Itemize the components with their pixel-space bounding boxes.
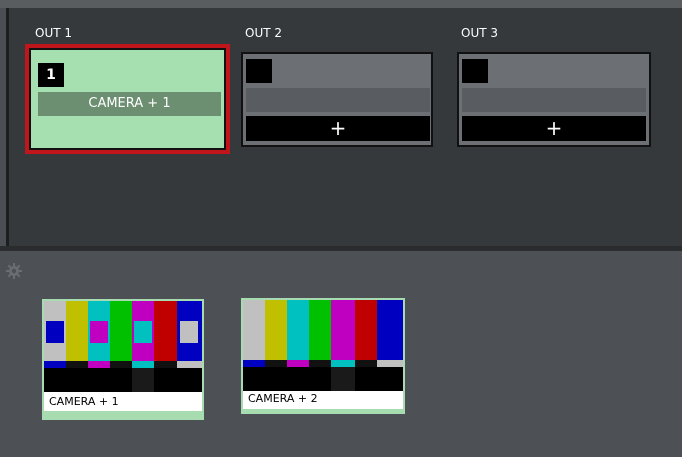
out-1-badge: 1 [38, 63, 64, 87]
out-2-badge [246, 59, 272, 83]
out-3-add-button[interactable]: + [462, 116, 646, 141]
out-2-add-button[interactable]: + [246, 116, 430, 141]
out-3-slot [462, 88, 646, 112]
out-1-source-label[interactable]: CAMERA + 1 [38, 92, 221, 116]
out-3-label: OUT 3 [461, 26, 499, 40]
out-3-card[interactable]: + [457, 52, 651, 147]
out-1-label: OUT 1 [35, 26, 73, 40]
out-1-card[interactable]: 1 CAMERA + 1 [25, 44, 230, 154]
source-caption: CAMERA + 1 [44, 392, 202, 411]
color-bars-preview [44, 301, 202, 392]
top-bar [0, 0, 682, 8]
out-3-badge [462, 59, 488, 83]
gear-icon[interactable] [5, 262, 23, 280]
color-bars-preview [243, 300, 403, 391]
source-thumbnail-camera-1[interactable]: CAMERA + 1 [42, 299, 204, 420]
out-2-slot [246, 88, 430, 112]
source-caption: CAMERA + 2 [243, 391, 403, 409]
plus-icon: + [545, 116, 563, 140]
source-thumbnail-camera-2[interactable]: CAMERA + 2 [241, 298, 405, 414]
out-2-label: OUT 2 [245, 26, 283, 40]
plus-icon: + [329, 116, 347, 140]
out-1-card-inner: 1 CAMERA + 1 [29, 48, 226, 150]
out-2-card[interactable]: + [241, 52, 433, 147]
